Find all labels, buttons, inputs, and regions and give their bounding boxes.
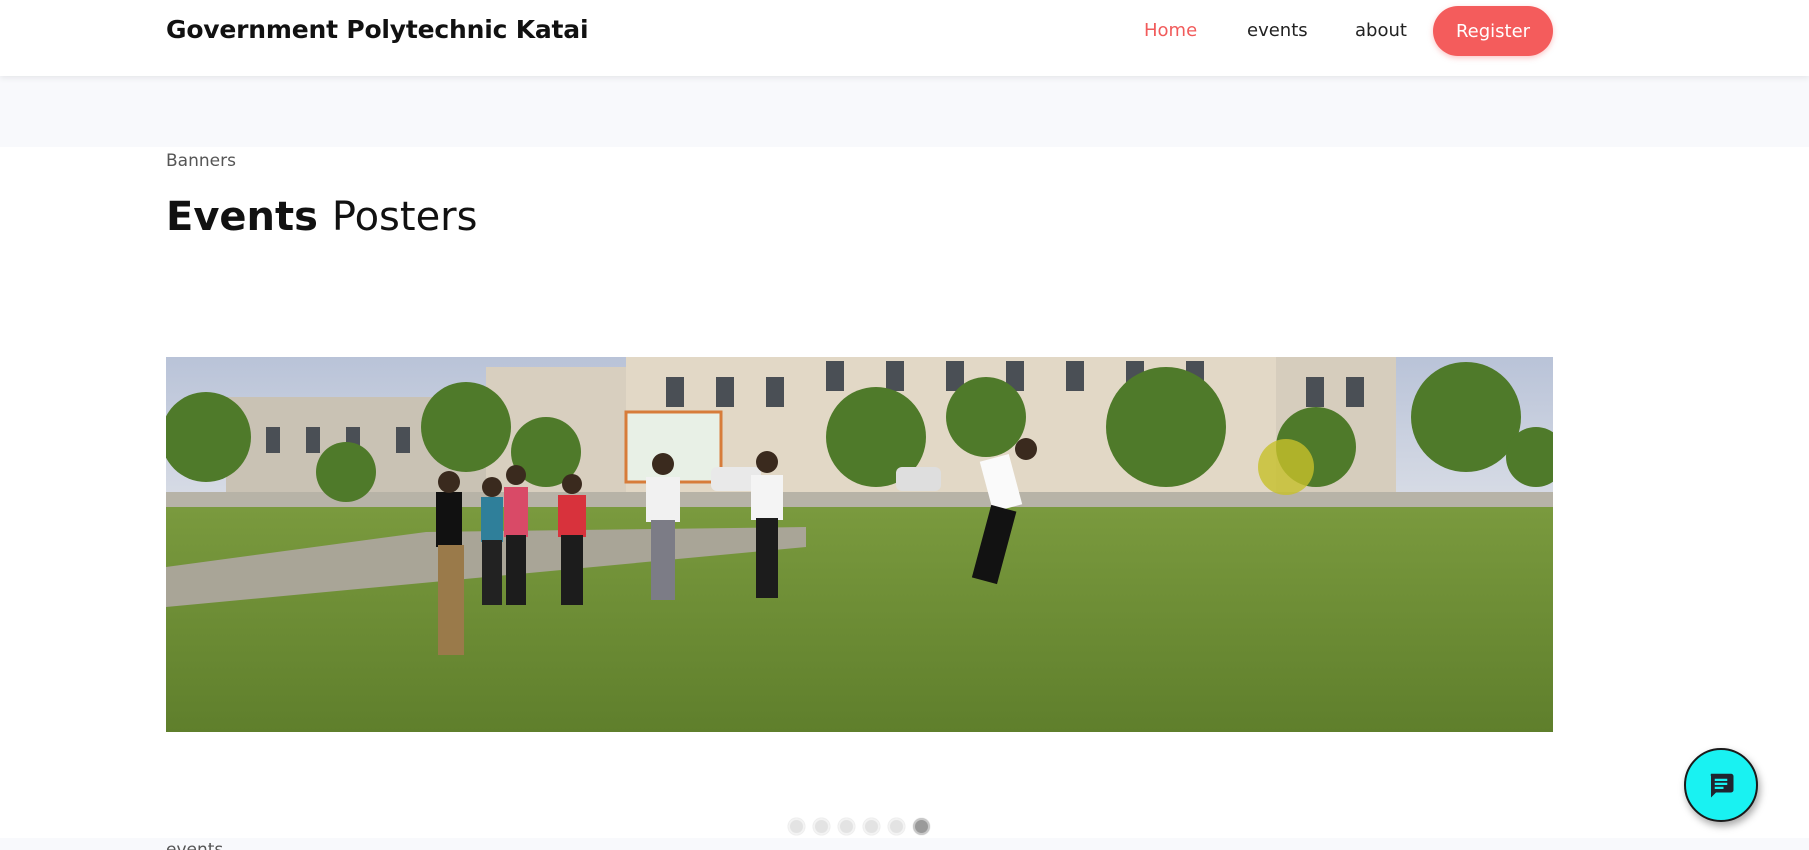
section-title: Events Posters bbox=[166, 194, 477, 240]
register-button[interactable]: Register bbox=[1433, 6, 1553, 56]
section-title-light: Posters bbox=[331, 194, 478, 240]
section-title-strong: Events bbox=[166, 194, 318, 240]
nav-link-events[interactable]: events bbox=[1247, 20, 1308, 41]
nav-link-home[interactable]: Home bbox=[1144, 20, 1197, 41]
chat-icon bbox=[1710, 773, 1734, 798]
navbar: Government Polytechnic Katai Home events… bbox=[0, 0, 1809, 76]
event-photo bbox=[166, 357, 1553, 732]
next-section-band: events bbox=[0, 838, 1809, 850]
carousel-dot[interactable] bbox=[863, 818, 880, 835]
hero-band bbox=[0, 76, 1809, 147]
next-section-label: events bbox=[166, 840, 224, 850]
chat-button[interactable] bbox=[1684, 748, 1758, 822]
carousel-dots bbox=[788, 818, 930, 835]
site-brand[interactable]: Government Polytechnic Katai bbox=[166, 15, 589, 44]
section-label: Banners bbox=[166, 151, 236, 171]
nav-link-about[interactable]: about bbox=[1355, 20, 1407, 41]
event-poster-carousel[interactable] bbox=[166, 357, 1553, 732]
carousel-dot[interactable] bbox=[813, 818, 830, 835]
carousel-dot[interactable] bbox=[788, 818, 805, 835]
carousel-dot-active[interactable] bbox=[913, 818, 930, 835]
carousel-dot[interactable] bbox=[838, 818, 855, 835]
carousel-dot[interactable] bbox=[888, 818, 905, 835]
